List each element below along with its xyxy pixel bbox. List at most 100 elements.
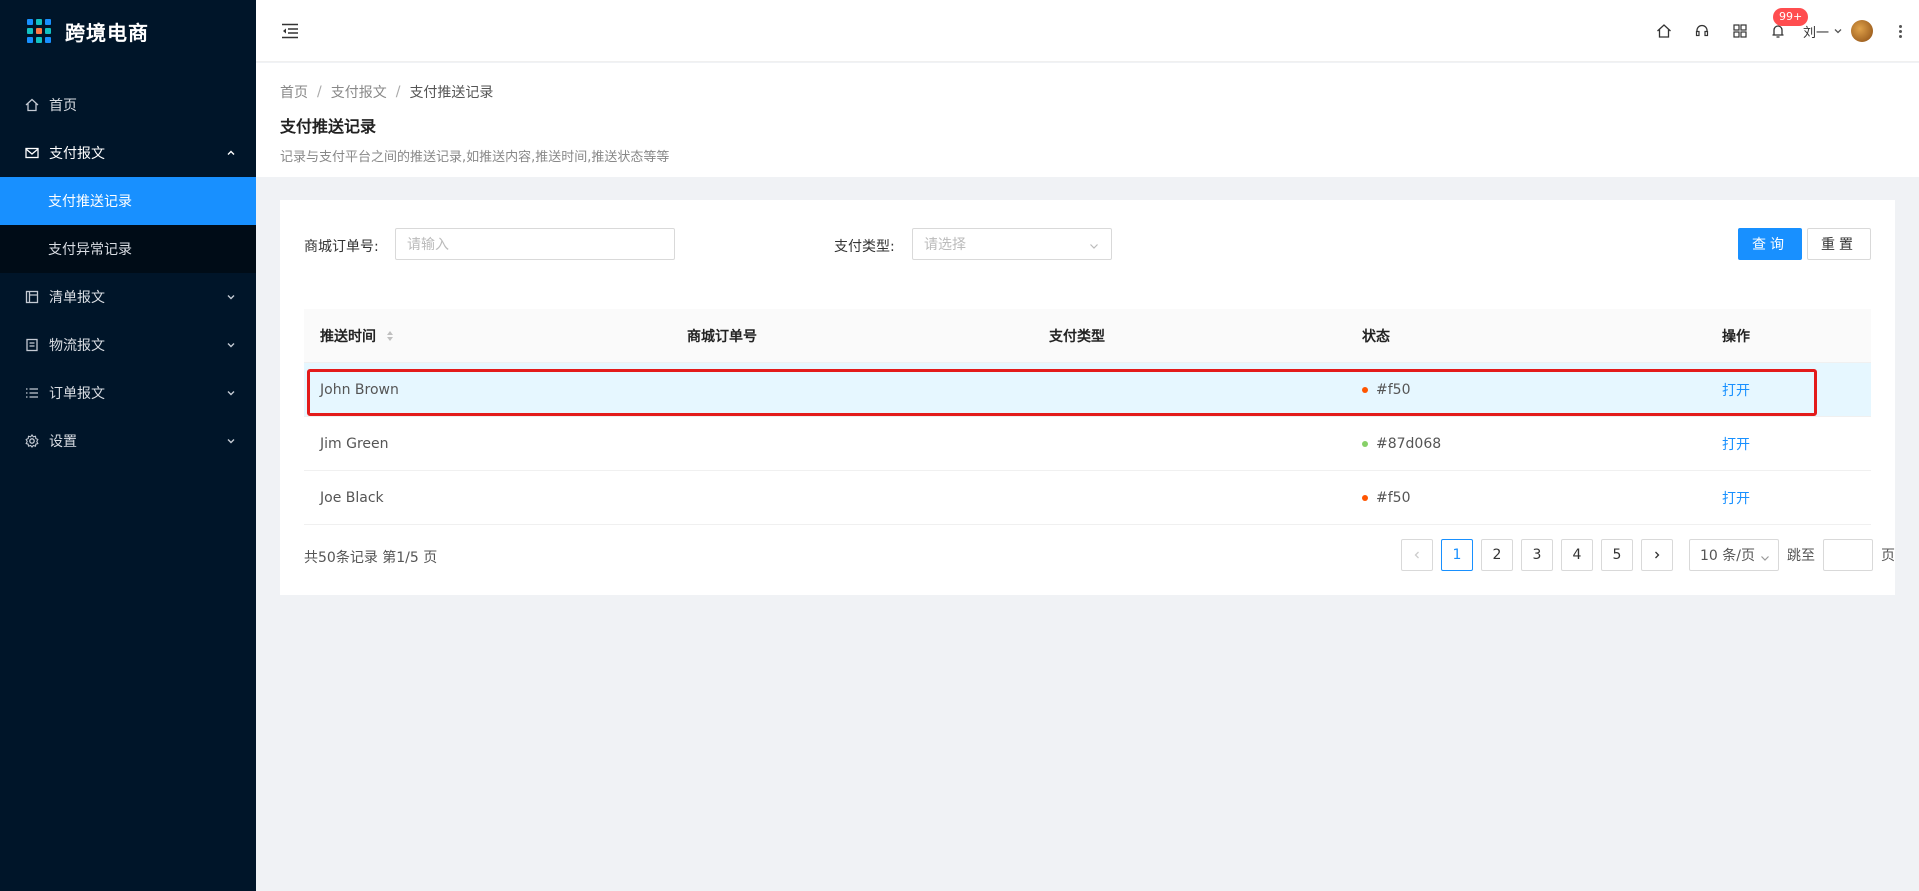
page-header: 首页 / 支付报文 / 支付推送记录 支付推送记录 记录与支付平台之间的推送记录… [256, 63, 1919, 177]
more-icon[interactable] [1895, 24, 1905, 39]
cell-action: 打开 [1722, 380, 1871, 400]
chevron-down-icon [1089, 239, 1099, 249]
page-button-3[interactable]: 3 [1521, 539, 1553, 571]
open-link[interactable]: 打开 [1722, 383, 1750, 399]
status-dot [1362, 440, 1368, 447]
cell-action: 打开 [1722, 434, 1871, 454]
order-number-input[interactable]: 请输入 [395, 228, 675, 260]
status-dot [1362, 494, 1368, 501]
profile-icon [24, 289, 40, 305]
table-row[interactable]: John Brown #f50 打开 [304, 363, 1871, 417]
customer-service-icon[interactable] [1693, 22, 1711, 40]
breadcrumb-separator: / [317, 84, 322, 100]
cell-action: 打开 [1722, 488, 1871, 508]
menu-fold-icon[interactable] [280, 21, 300, 41]
table-row[interactable]: Jim Green #87d068 打开 [304, 417, 1871, 471]
app-title: 跨境电商 [65, 20, 149, 45]
order-number-placeholder: 请输入 [407, 237, 449, 253]
container-icon [24, 337, 40, 353]
page-button-2[interactable]: 2 [1481, 539, 1513, 571]
sort-icon[interactable] [386, 330, 394, 342]
sidebar-item-label: 首页 [49, 98, 77, 114]
chevron-down-icon [1760, 551, 1770, 561]
open-link[interactable]: 打开 [1722, 437, 1750, 453]
logo[interactable]: 跨境电商 [0, 0, 256, 62]
cell-push-time: Jim Green [320, 435, 389, 452]
prev-page-button[interactable] [1401, 539, 1433, 571]
sidebar-item-label: 物流报文 [49, 338, 105, 354]
column-header-payment-type: 支付类型 [1049, 328, 1105, 345]
sidebar-item-logistics-messages[interactable]: 物流报文 [0, 321, 256, 369]
records-table: 推送时间 商城订单号 支付类型 状态 操作 John Brown #f50 打开 [304, 309, 1871, 525]
cell-push-time: Joe Black [320, 489, 384, 506]
breadcrumb-item-home[interactable]: 首页 [280, 82, 308, 102]
sidebar-item-payment-push-records[interactable]: 支付推送记录 [0, 177, 256, 225]
submenu-payment-messages: 支付推送记录 支付异常记录 [0, 177, 256, 273]
query-button[interactable]: 查询 [1738, 228, 1802, 260]
status-dot [1362, 386, 1368, 393]
header-actions: 99+ 刘一 [1645, 0, 1919, 62]
breadcrumb: 首页 / 支付报文 / 支付推送记录 [280, 82, 1919, 102]
column-header-push-time[interactable]: 推送时间 [304, 326, 687, 346]
chevron-left-icon [1414, 551, 1419, 559]
cell-status: #87d068 [1362, 436, 1722, 452]
page-size-value: 10 条/页 [1700, 548, 1755, 564]
pagination-summary: 共50条记录 第1/5 页 [304, 550, 438, 566]
page-size-select[interactable]: 10 条/页 [1689, 539, 1779, 571]
reset-button[interactable]: 重置 [1807, 228, 1871, 260]
notification-badge: 99+ [1772, 8, 1809, 26]
page-button-1[interactable]: 1 [1441, 539, 1473, 571]
status-text: #f50 [1376, 489, 1411, 506]
page-title: 支付推送记录 [280, 117, 377, 136]
sidebar-item-payment-messages[interactable]: 支付报文 [0, 129, 256, 177]
sidebar-item-label: 支付异常记录 [48, 242, 132, 258]
jump-suffix: 页 [1881, 548, 1895, 564]
unordered-list-icon [24, 385, 40, 401]
sidebar-item-home[interactable]: 首页 [0, 81, 256, 129]
content-card: 商城订单号: 请输入 支付类型: 请选择 查询 重置 推送时间 商城订单号 支付… [280, 200, 1895, 595]
sidebar-item-settings[interactable]: 设置 [0, 417, 256, 465]
chevron-down-icon [226, 436, 236, 446]
table-header: 推送时间 商城订单号 支付类型 状态 操作 [304, 309, 1871, 363]
breadcrumb-item-payment-messages[interactable]: 支付报文 [331, 82, 387, 102]
status-text: #f50 [1376, 381, 1411, 398]
table-row[interactable]: Joe Black #f50 打开 [304, 471, 1871, 525]
cell-status: #f50 [1362, 490, 1722, 506]
cell-status: #f50 [1362, 382, 1722, 398]
chevron-up-icon [226, 148, 236, 158]
appstore-icon[interactable] [1731, 22, 1749, 40]
home-icon[interactable] [1655, 22, 1673, 40]
sidebar-item-label: 清单报文 [49, 290, 105, 306]
sidebar-item-label: 订单报文 [49, 386, 105, 402]
user-menu[interactable]: 刘一 [1803, 20, 1873, 42]
sidebar-menu: 首页 支付报文 支付推送记录 支付异常记录 清单报文 物流报文 订单报文 设置 [0, 81, 256, 465]
sidebar-item-manifest-messages[interactable]: 清单报文 [0, 273, 256, 321]
setting-icon [24, 433, 40, 449]
filter-form: 商城订单号: 请输入 支付类型: 请选择 查询 重置 [304, 228, 1871, 260]
chevron-down-icon [226, 292, 236, 302]
chevron-down-icon [226, 340, 236, 350]
mail-icon [24, 145, 40, 161]
bell-icon[interactable]: 99+ [1769, 8, 1809, 40]
home-icon [24, 97, 40, 113]
payment-type-select[interactable]: 请选择 [912, 228, 1112, 260]
page-button-5[interactable]: 5 [1601, 539, 1633, 571]
avatar [1851, 20, 1873, 42]
payment-type-label: 支付类型: [834, 239, 895, 255]
order-number-label: 商城订单号: [304, 239, 379, 255]
next-page-button[interactable] [1641, 539, 1673, 571]
pagination: 1 2 3 4 5 10 条/页 跳至 页 [1401, 539, 1895, 571]
page-description: 记录与支付平台之间的推送记录,如推送内容,推送时间,推送状态等等 [280, 150, 670, 165]
sidebar-item-order-messages[interactable]: 订单报文 [0, 369, 256, 417]
open-link[interactable]: 打开 [1722, 491, 1750, 507]
cell-push-time: John Brown [320, 381, 399, 398]
sidebar-item-label: 支付报文 [49, 146, 105, 162]
jump-page-input[interactable] [1823, 539, 1873, 571]
chevron-down-icon [1833, 26, 1843, 36]
user-name: 刘一 [1802, 25, 1829, 41]
sidebar-item-payment-exception-records[interactable]: 支付异常记录 [0, 225, 256, 273]
chevron-down-icon [226, 388, 236, 398]
page-button-4[interactable]: 4 [1561, 539, 1593, 571]
column-header-action: 操作 [1722, 328, 1750, 345]
top-header: 99+ 刘一 [256, 0, 1919, 62]
